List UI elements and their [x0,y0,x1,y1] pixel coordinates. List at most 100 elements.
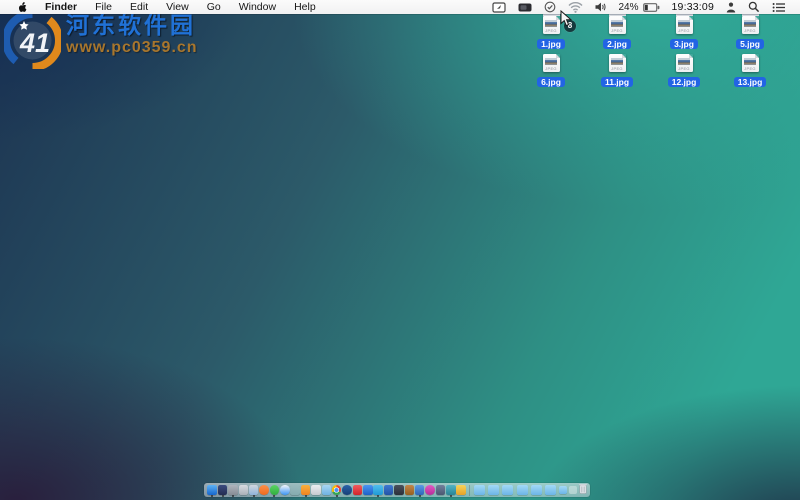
notification-center-menu[interactable] [766,0,786,14]
dock-app-preview[interactable] [238,485,249,495]
file-type-text: JPEG [678,66,690,71]
desktop-file-3.jpg[interactable]: JPEG 3.jpg [662,16,706,52]
dock-minimized-window[interactable] [559,486,568,494]
menu-item-edit[interactable]: Edit [121,0,157,14]
file-name-label: 2.jpg [603,39,631,49]
dock-app-teal-grid-app[interactable] [446,485,456,498]
running-indicator [231,495,234,498]
dock-app-slate-app[interactable] [435,485,446,495]
desktop-file-13.jpg[interactable]: JPEG 13.jpg [728,54,772,90]
dock-app-lightning-app[interactable] [456,485,466,495]
desktop-file-11.jpg[interactable]: JPEG 11.jpg [595,54,639,90]
dock-app-skype[interactable] [373,485,383,498]
photo-thumbnail [545,57,557,65]
dock [204,481,590,499]
jpeg-file-icon: JPEG [608,54,626,72]
user-menu[interactable] [720,0,742,14]
display-menu[interactable] [512,0,538,14]
menu-item-window[interactable]: Window [230,0,285,14]
screen-sharing-menu[interactable] [486,0,512,14]
dock-app-red-app[interactable] [352,485,363,495]
file-name-label: 5.jpg [736,39,764,49]
desktop-file-12.jpg[interactable]: JPEG 12.jpg [662,54,706,90]
file-type-text: JPEG [545,28,557,33]
dock-minimized-window[interactable] [544,485,556,495]
menu-item-file[interactable]: File [86,0,121,14]
dock-trash[interactable] [579,481,587,499]
menu-left: Finder File Edit View Go Window Help [0,0,325,14]
dock-downloads-stack[interactable] [569,486,577,494]
jpeg-file-icon: JPEG [741,54,759,72]
dock-minimized-window[interactable] [516,485,528,495]
dock-app-finder[interactable] [207,485,217,498]
battery-icon [642,2,659,12]
photo-thumbnail [744,57,756,65]
dock-app-amber-app[interactable] [404,485,415,495]
file-name-label: 12.jpg [667,77,701,87]
jpeg-file-icon: JPEG [542,54,560,72]
menu-item-help[interactable]: Help [285,0,325,14]
mouse-cursor [560,9,573,32]
dock-app-orange-circle-app[interactable] [259,485,269,495]
watermark-site-url: www.pc0359.cn [66,39,198,56]
running-indicator [335,495,338,498]
running-indicator [418,495,421,498]
photo-thumbnail [678,19,690,27]
dock-minimized-window[interactable] [530,485,542,495]
dock-app-pink-app[interactable] [290,485,300,495]
clock-menu[interactable]: 19:33:09 [666,0,720,14]
file-type-text: JPEG [611,66,623,71]
notification-center-icon [772,2,785,12]
dock-app-dark-photos-app[interactable] [394,485,404,495]
battery-menu[interactable]: 24% [613,0,666,14]
user-icon [726,2,736,12]
checkmark-circle-icon [544,1,555,13]
volume-icon [595,2,606,12]
dock-app-dark-blue-app[interactable] [217,485,228,498]
checkmark-menu[interactable] [538,0,562,14]
clock: 19:33:09 [671,1,714,13]
apple-menu[interactable] [9,0,36,14]
dock-app-blue-app[interactable] [363,485,373,495]
dock-app-light-blue-app[interactable] [321,485,332,495]
spotlight-menu[interactable] [742,0,766,14]
file-name-label: 3.jpg [670,39,698,49]
menu-item-finder[interactable]: Finder [36,0,86,14]
dock-app-blue-square-app[interactable] [383,485,394,495]
running-indicator [304,495,307,498]
menu-item-go[interactable]: Go [198,0,230,14]
dock-app-dark-blue-circle-app[interactable] [342,485,352,495]
dock-app-safari[interactable] [280,485,290,495]
jpeg-file-icon: JPEG [675,54,693,72]
dock-app-green-circle-app[interactable] [269,485,280,498]
file-name-label: 1.jpg [537,39,565,49]
watermark-logo-icon: 41 [4,12,61,69]
dock-minimized-window[interactable] [488,485,500,495]
dock-app-app-store[interactable] [228,485,238,498]
dock-app-mail[interactable] [248,485,259,498]
menu-item-view[interactable]: View [157,0,198,14]
dock-minimized-window[interactable] [473,485,485,495]
file-name-label: 6.jpg [537,77,565,87]
status-menu-area: 24% 19:33:09 [486,0,800,14]
dock-app-white-app[interactable] [311,485,321,495]
dock-app-orange-browser[interactable] [300,485,311,498]
desktop-file-2.jpg[interactable]: JPEG 2.jpg [595,16,639,52]
photo-thumbnail [611,19,623,27]
running-indicator [273,495,276,498]
dock-app-magenta-circle-app[interactable] [425,485,435,495]
dock-app-chrome[interactable] [331,485,342,498]
photo-thumbnail [611,57,623,65]
dock-minimized-window[interactable] [502,485,514,495]
desktop-file-5.jpg[interactable]: JPEG 5.jpg [728,16,772,52]
desktop-file-6.jpg[interactable]: JPEG 6.jpg [529,54,573,90]
menu-bar: Finder File Edit View Go Window Help 24%… [0,0,800,14]
volume-menu[interactable] [589,0,613,14]
jpeg-file-icon: JPEG [542,16,560,34]
jpeg-file-icon: JPEG [608,16,626,34]
photo-thumbnail [545,19,557,27]
watermark-text: 河东软件园 www.pc0359.cn [66,12,198,57]
file-type-text: JPEG [545,66,557,71]
dark-display-icon [518,3,531,11]
dock-app-blue-diamond-app[interactable] [414,485,425,498]
